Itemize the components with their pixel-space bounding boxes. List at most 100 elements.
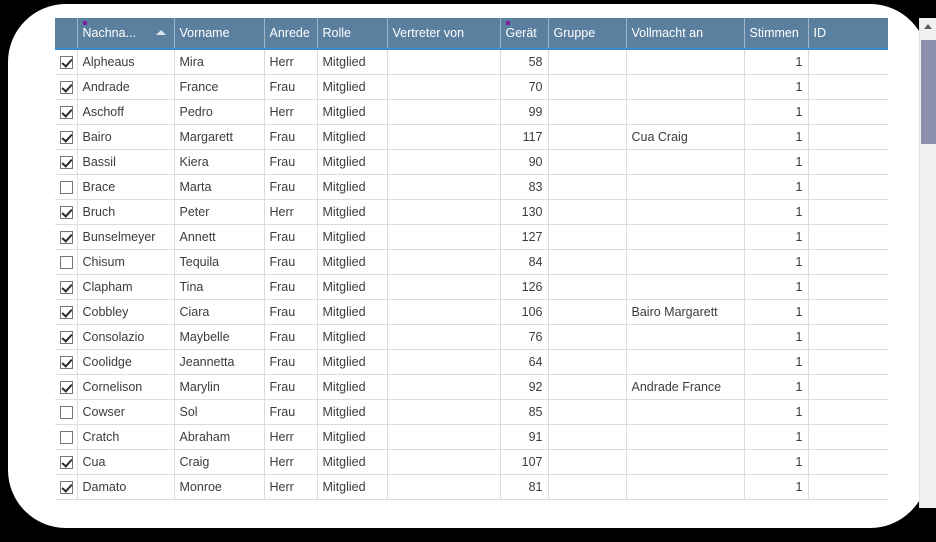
cell-geraet[interactable]: 126 [500, 274, 549, 300]
cell-anrede[interactable]: Frau [264, 149, 318, 175]
cell-gruppe[interactable] [548, 324, 627, 350]
checkbox-unchecked-icon[interactable] [60, 405, 73, 419]
cell-nachname[interactable]: Alpheaus [77, 49, 175, 75]
cell-anrede[interactable]: Frau [264, 349, 318, 375]
cell-stimmen[interactable]: 1 [744, 299, 809, 325]
cell-geraet[interactable]: 117 [500, 124, 549, 150]
cell-vollmacht[interactable] [626, 224, 745, 250]
cell-vorname[interactable]: Abraham [174, 424, 265, 450]
row-select-cell[interactable] [55, 474, 78, 500]
checkbox-unchecked-icon[interactable] [60, 430, 73, 444]
row-select-cell[interactable] [55, 424, 78, 450]
cell-rolle[interactable]: Mitglied [317, 74, 388, 100]
cell-geraet[interactable]: 81 [500, 474, 549, 500]
cell-vorname[interactable]: Kiera [174, 149, 265, 175]
row-select-cell[interactable] [55, 374, 78, 400]
cell-anrede[interactable]: Frau [264, 274, 318, 300]
cell-nachname[interactable]: Cratch [77, 424, 175, 450]
cell-vollmacht[interactable] [626, 324, 745, 350]
cell-stimmen[interactable]: 1 [744, 199, 809, 225]
cell-rolle[interactable]: Mitglied [317, 474, 388, 500]
cell-gruppe[interactable] [548, 249, 627, 275]
cell-vorname[interactable]: Tequila [174, 249, 265, 275]
cell-geraet[interactable]: 107 [500, 449, 549, 475]
cell-nachname[interactable]: Bairo [77, 124, 175, 150]
checkbox-unchecked-icon[interactable] [60, 255, 73, 269]
checkbox-checked-icon[interactable] [60, 55, 73, 69]
cell-vollmacht[interactable] [626, 449, 745, 475]
cell-anrede[interactable]: Herr [264, 199, 318, 225]
cell-rolle[interactable]: Mitglied [317, 99, 388, 125]
cell-geraet[interactable]: 58 [500, 49, 549, 75]
cell-vertreter[interactable] [387, 149, 501, 175]
cell-anrede[interactable]: Frau [264, 74, 318, 100]
checkbox-checked-icon[interactable] [60, 80, 73, 94]
cell-geraet[interactable]: 85 [500, 399, 549, 425]
row-select-cell[interactable] [55, 274, 78, 300]
cell-rolle[interactable]: Mitglied [317, 449, 388, 475]
row-select-cell[interactable] [55, 199, 78, 225]
cell-rolle[interactable]: Mitglied [317, 174, 388, 200]
cell-vollmacht[interactable] [626, 249, 745, 275]
row-select-cell[interactable] [55, 224, 78, 250]
row-select-cell[interactable] [55, 349, 78, 375]
column-header-vertreter[interactable]: Vertreter von [387, 18, 501, 50]
cell-geraet[interactable]: 70 [500, 74, 549, 100]
cell-vertreter[interactable] [387, 374, 501, 400]
cell-vertreter[interactable] [387, 249, 501, 275]
cell-nachname[interactable]: Bassil [77, 149, 175, 175]
column-header-anrede[interactable]: Anrede [264, 18, 318, 50]
cell-nachname[interactable]: Cowser [77, 399, 175, 425]
cell-id[interactable] [808, 99, 888, 125]
cell-id[interactable] [808, 399, 888, 425]
column-header-nachname[interactable]: Nachna... [77, 18, 175, 50]
cell-vertreter[interactable] [387, 399, 501, 425]
cell-id[interactable] [808, 474, 888, 500]
cell-stimmen[interactable]: 1 [744, 74, 809, 100]
cell-stimmen[interactable]: 1 [744, 474, 809, 500]
cell-vertreter[interactable] [387, 474, 501, 500]
cell-anrede[interactable]: Herr [264, 49, 318, 75]
row-select-cell[interactable] [55, 124, 78, 150]
cell-vollmacht[interactable]: Andrade France [626, 374, 745, 400]
cell-id[interactable] [808, 224, 888, 250]
cell-vorname[interactable]: Ciara [174, 299, 265, 325]
cell-geraet[interactable]: 84 [500, 249, 549, 275]
cell-vollmacht[interactable] [626, 274, 745, 300]
cell-geraet[interactable]: 64 [500, 349, 549, 375]
cell-nachname[interactable]: Andrade [77, 74, 175, 100]
cell-gruppe[interactable] [548, 299, 627, 325]
scrollbar-thumb[interactable] [921, 40, 936, 144]
checkbox-unchecked-icon[interactable] [60, 180, 73, 194]
table-row[interactable]: Bairo Margarett Frau Mitglied 117 Cua Craig 1 [55, 124, 888, 150]
cell-anrede[interactable]: Frau [264, 224, 318, 250]
checkbox-checked-icon[interactable] [60, 305, 73, 319]
row-select-cell[interactable] [55, 74, 78, 100]
cell-gruppe[interactable] [548, 174, 627, 200]
cell-stimmen[interactable]: 1 [744, 149, 809, 175]
checkbox-checked-icon[interactable] [60, 355, 73, 369]
cell-vorname[interactable]: Jeannetta [174, 349, 265, 375]
cell-id[interactable] [808, 299, 888, 325]
cell-gruppe[interactable] [548, 74, 627, 100]
cell-vorname[interactable]: Marylin [174, 374, 265, 400]
cell-stimmen[interactable]: 1 [744, 424, 809, 450]
cell-vorname[interactable]: Margarett [174, 124, 265, 150]
cell-rolle[interactable]: Mitglied [317, 399, 388, 425]
row-select-cell[interactable] [55, 174, 78, 200]
cell-stimmen[interactable]: 1 [744, 274, 809, 300]
cell-vorname[interactable]: Pedro [174, 99, 265, 125]
cell-vertreter[interactable] [387, 449, 501, 475]
cell-id[interactable] [808, 374, 888, 400]
cell-geraet[interactable]: 83 [500, 174, 549, 200]
table-row[interactable]: Aschoff Pedro Herr Mitglied 99 1 [55, 99, 888, 125]
row-select-cell[interactable] [55, 324, 78, 350]
cell-vertreter[interactable] [387, 99, 501, 125]
cell-id[interactable] [808, 174, 888, 200]
cell-gruppe[interactable] [548, 99, 627, 125]
checkbox-checked-icon[interactable] [60, 480, 73, 494]
table-row[interactable]: Bruch Peter Herr Mitglied 130 1 [55, 199, 888, 225]
cell-vorname[interactable]: Mira [174, 49, 265, 75]
checkbox-checked-icon[interactable] [60, 455, 73, 469]
cell-vertreter[interactable] [387, 424, 501, 450]
